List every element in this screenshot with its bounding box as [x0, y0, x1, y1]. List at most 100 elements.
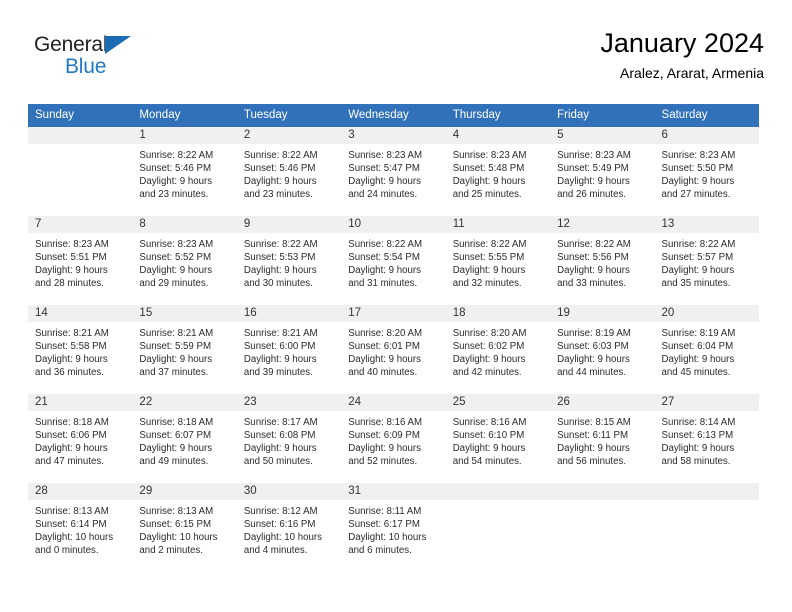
calendar-day-cell[interactable]: 15 Sunrise: 8:21 AM Sunset: 5:59 PM Dayligh… [132, 305, 237, 393]
calendar-day-cell[interactable]: 31 Sunrise: 8:11 AM Sunset: 6:17 PM Dayligh… [341, 483, 446, 571]
sunset-text: Sunset: 5:54 PM [348, 252, 420, 264]
calendar-week-row: 21 Sunrise: 8:18 AM Sunset: 6:06 PM Dayligh… [28, 394, 759, 482]
daylight-text: Daylight: 9 hours and 40 minutes. [348, 354, 421, 379]
sunrise-text: Sunrise: 8:21 AM [35, 328, 109, 339]
daylight-text: Daylight: 9 hours and 45 minutes. [661, 354, 735, 379]
calendar-day-cell[interactable]: 8 Sunrise: 8:23 AM Sunset: 5:52 PM Daylight… [132, 216, 237, 304]
day-details: Sunrise: 8:17 AM Sunset: 6:08 PM Daylight:… [237, 411, 341, 468]
day-cell-inner: 30 Sunrise: 8:12 AM Sunset: 6:16 PM Dayligh… [236, 483, 342, 571]
day-details: Sunrise: 8:12 AM Sunset: 6:16 PM Daylight:… [237, 500, 341, 557]
calendar-day-cell[interactable]: 9 Sunrise: 8:22 AM Sunset: 5:53 PM Daylight… [236, 216, 342, 304]
sunset-text: Sunset: 6:09 PM [348, 430, 420, 442]
calendar-day-cell[interactable]: 28 Sunrise: 8:13 AM Sunset: 6:14 PM Dayligh… [28, 483, 133, 571]
sunset-text: Sunset: 5:46 PM [139, 163, 212, 175]
day-number: 13 [654, 216, 759, 233]
day-details: Sunrise: 8:13 AM Sunset: 6:15 PM Daylight:… [132, 500, 236, 557]
calendar-day-cell[interactable]: 21 Sunrise: 8:18 AM Sunset: 6:06 PM Dayligh… [28, 394, 133, 482]
calendar-day-cell[interactable]: 7 Sunrise: 8:23 AM Sunset: 5:51 PM Daylight… [28, 216, 133, 304]
calendar-day-cell[interactable]: 17 Sunrise: 8:20 AM Sunset: 6:01 PM Dayligh… [341, 305, 446, 393]
day-details: Sunrise: 8:20 AM Sunset: 6:01 PM Daylight:… [341, 322, 445, 379]
sunrise-text: Sunrise: 8:22 AM [452, 239, 527, 250]
calendar-day-cell[interactable]: 11 Sunrise: 8:22 AM Sunset: 5:55 PM Dayligh… [445, 216, 551, 304]
day-details: Sunrise: 8:21 AM Sunset: 5:59 PM Daylight:… [132, 322, 236, 379]
day-number: 7 [28, 216, 133, 233]
daylight-text: Daylight: 9 hours and 49 minutes. [139, 443, 213, 468]
day-number: 23 [236, 394, 342, 411]
calendar-day-cell[interactable]: 27 Sunrise: 8:14 AM Sunset: 6:13 PM Dayligh… [654, 394, 759, 482]
sunset-text: Sunset: 6:16 PM [243, 519, 316, 531]
calendar-empty-cell [550, 483, 655, 571]
day-details: Sunrise: 8:23 AM Sunset: 5:49 PM Daylight:… [550, 144, 654, 201]
weekday-header-saturday: Saturday [654, 104, 759, 127]
day-cell-inner: 20 Sunrise: 8:19 AM Sunset: 6:04 PM Dayligh… [654, 305, 759, 393]
calendar-day-cell[interactable]: 12 Sunrise: 8:22 AM Sunset: 5:56 PM Dayligh… [550, 216, 655, 304]
calendar-day-cell[interactable]: 16 Sunrise: 8:21 AM Sunset: 6:00 PM Dayligh… [236, 305, 342, 393]
day-cell-inner [654, 483, 759, 571]
sunrise-text: Sunrise: 8:22 AM [661, 239, 736, 250]
calendar-day-cell[interactable]: 13 Sunrise: 8:22 AM Sunset: 5:57 PM Dayligh… [654, 216, 759, 304]
brand-triangle-icon [105, 36, 131, 54]
weekday-header-wednesday: Wednesday [341, 104, 446, 127]
day-number: 27 [654, 394, 759, 411]
sunrise-text: Sunrise: 8:20 AM [348, 328, 423, 339]
calendar-day-cell[interactable]: 25 Sunrise: 8:16 AM Sunset: 6:10 PM Dayligh… [445, 394, 551, 482]
day-details: Sunrise: 8:20 AM Sunset: 6:02 PM Daylight:… [446, 322, 550, 379]
calendar-body: 1 Sunrise: 8:22 AM Sunset: 5:46 PM Daylight… [28, 127, 759, 571]
day-number: 19 [550, 305, 655, 322]
day-cell-inner: 18 Sunrise: 8:20 AM Sunset: 6:02 PM Dayligh… [445, 305, 551, 393]
calendar-empty-cell [445, 483, 551, 571]
calendar-day-cell[interactable]: 23 Sunrise: 8:17 AM Sunset: 6:08 PM Dayligh… [236, 394, 342, 482]
calendar-day-cell[interactable]: 14 Sunrise: 8:21 AM Sunset: 5:58 PM Dayligh… [28, 305, 133, 393]
calendar-day-cell[interactable]: 29 Sunrise: 8:13 AM Sunset: 6:15 PM Dayligh… [132, 483, 237, 571]
calendar-day-cell[interactable]: 30 Sunrise: 8:12 AM Sunset: 6:16 PM Dayligh… [236, 483, 342, 571]
calendar-day-cell[interactable]: 5 Sunrise: 8:23 AM Sunset: 5:49 PM Daylight… [550, 127, 655, 215]
daylight-text: Daylight: 9 hours and 58 minutes. [661, 443, 735, 468]
day-details: Sunrise: 8:22 AM Sunset: 5:46 PM Daylight:… [237, 144, 341, 201]
calendar-day-cell[interactable]: 6 Sunrise: 8:23 AM Sunset: 5:50 PM Daylight… [654, 127, 759, 215]
calendar-day-cell[interactable]: 22 Sunrise: 8:18 AM Sunset: 6:07 PM Dayligh… [132, 394, 237, 482]
day-number: 4 [445, 127, 551, 144]
sunrise-text: Sunrise: 8:19 AM [557, 328, 631, 339]
day-number: 11 [445, 216, 551, 233]
day-cell-inner: 28 Sunrise: 8:13 AM Sunset: 6:14 PM Dayligh… [28, 483, 133, 571]
daylight-text: Daylight: 9 hours and 44 minutes. [557, 354, 630, 379]
sunset-text: Sunset: 6:04 PM [661, 341, 734, 353]
daylight-text: Daylight: 9 hours and 54 minutes. [452, 443, 526, 468]
daylight-text: Daylight: 9 hours and 23 minutes. [243, 176, 317, 201]
calendar-day-cell[interactable]: 1 Sunrise: 8:22 AM Sunset: 5:46 PM Daylight… [132, 127, 237, 215]
day-cell-inner [445, 483, 551, 571]
day-details: Sunrise: 8:21 AM Sunset: 5:58 PM Daylight:… [28, 322, 132, 379]
sunset-text: Sunset: 6:03 PM [557, 341, 629, 353]
calendar-day-cell[interactable]: 4 Sunrise: 8:23 AM Sunset: 5:48 PM Daylight… [445, 127, 551, 215]
day-cell-inner: 19 Sunrise: 8:19 AM Sunset: 6:03 PM Dayligh… [550, 305, 655, 393]
day-number: 15 [132, 305, 237, 322]
day-number: 17 [341, 305, 446, 322]
calendar-day-cell[interactable]: 26 Sunrise: 8:15 AM Sunset: 6:11 PM Dayligh… [550, 394, 655, 482]
sunrise-text: Sunrise: 8:16 AM [348, 417, 423, 428]
day-cell-inner: 22 Sunrise: 8:18 AM Sunset: 6:07 PM Dayligh… [132, 394, 237, 482]
day-number: 29 [132, 483, 237, 500]
calendar-page: General Blue January 2024 Aralez, Ararat… [0, 0, 792, 612]
calendar-day-cell[interactable]: 24 Sunrise: 8:16 AM Sunset: 6:09 PM Dayligh… [341, 394, 446, 482]
sunrise-text: Sunrise: 8:23 AM [139, 239, 214, 250]
weekday-header-tuesday: Tuesday [236, 104, 342, 127]
calendar-day-cell[interactable]: 18 Sunrise: 8:20 AM Sunset: 6:02 PM Dayligh… [445, 305, 551, 393]
general-blue-logo[interactable]: General Blue [34, 32, 174, 88]
calendar-empty-cell [28, 127, 133, 215]
weekday-headers: Sunday Monday Tuesday Wednesday Thursday Frid… [28, 104, 759, 127]
sunset-text: Sunset: 5:49 PM [557, 163, 629, 175]
daylight-text: Daylight: 9 hours and 35 minutes. [661, 265, 735, 290]
sunrise-text: Sunrise: 8:17 AM [243, 417, 318, 428]
day-details: Sunrise: 8:22 AM Sunset: 5:54 PM Daylight:… [341, 233, 445, 290]
sunrise-text: Sunrise: 8:23 AM [348, 150, 423, 161]
calendar-day-cell[interactable]: 20 Sunrise: 8:19 AM Sunset: 6:04 PM Dayligh… [654, 305, 759, 393]
calendar-day-cell[interactable]: 19 Sunrise: 8:19 AM Sunset: 6:03 PM Dayligh… [550, 305, 655, 393]
daylight-text: Daylight: 9 hours and 26 minutes. [557, 176, 630, 201]
calendar-week-row: 28 Sunrise: 8:13 AM Sunset: 6:14 PM Dayligh… [28, 483, 759, 571]
calendar-day-cell[interactable]: 2 Sunrise: 8:22 AM Sunset: 5:46 PM Daylight… [236, 127, 342, 215]
page-subtitle: Aralez, Ararat, Armenia [620, 65, 764, 81]
calendar-day-cell[interactable]: 3 Sunrise: 8:23 AM Sunset: 5:47 PM Daylight… [341, 127, 446, 215]
day-details: Sunrise: 8:16 AM Sunset: 6:10 PM Daylight:… [446, 411, 550, 468]
calendar-day-cell[interactable]: 10 Sunrise: 8:22 AM Sunset: 5:54 PM Dayligh… [341, 216, 446, 304]
sunrise-text: Sunrise: 8:12 AM [243, 506, 318, 517]
